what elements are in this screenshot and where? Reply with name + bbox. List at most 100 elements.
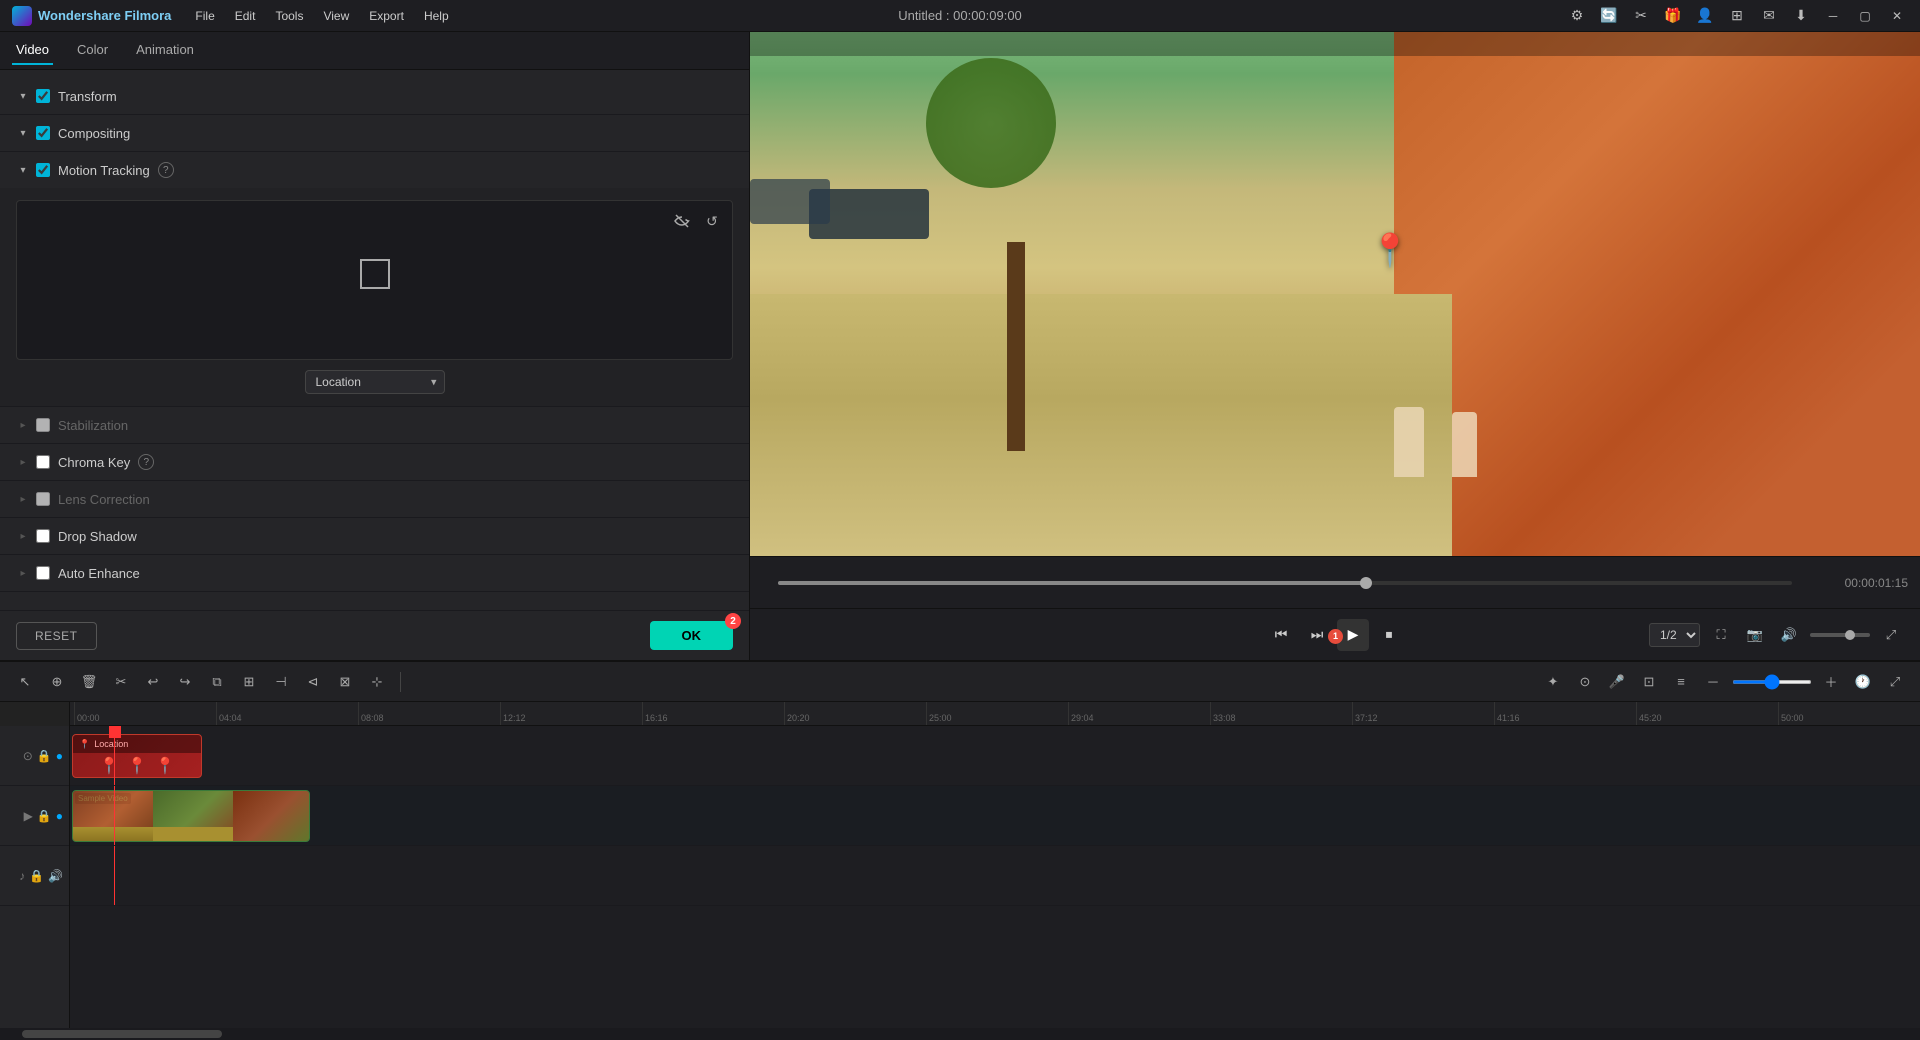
tab-animation[interactable]: Animation bbox=[132, 36, 198, 65]
tl-delete-icon[interactable]: 🗑 bbox=[76, 669, 102, 695]
sync-icon[interactable]: 🔄 bbox=[1598, 5, 1620, 27]
tl-scissors-icon[interactable]: ✂ bbox=[108, 669, 134, 695]
tl-split-icon[interactable]: ⊣ bbox=[268, 669, 294, 695]
menu-view[interactable]: View bbox=[315, 6, 357, 26]
window-icon[interactable]: ⊞ bbox=[1726, 5, 1748, 27]
tl-mic-icon[interactable]: 🎤 bbox=[1604, 669, 1630, 695]
zoom-timeline-slider[interactable] bbox=[1732, 680, 1812, 684]
location-clip[interactable]: 📍 Location 📍 📍 📍 bbox=[72, 734, 202, 778]
settings-icon[interactable]: ⚙ bbox=[1566, 5, 1588, 27]
tl-redo-icon[interactable]: ↪ bbox=[172, 669, 198, 695]
tl-clock-icon[interactable]: 🕐 bbox=[1850, 669, 1876, 695]
tl-magnet-icon[interactable]: ⊕ bbox=[44, 669, 70, 695]
transform-header[interactable]: ▾ Transform bbox=[0, 78, 749, 114]
ok-button[interactable]: OK bbox=[650, 621, 734, 650]
minimize-button[interactable]: ─ bbox=[1822, 5, 1844, 27]
panel-tabs: Video Color Animation bbox=[0, 32, 749, 70]
video-clip[interactable]: Sample Video bbox=[72, 790, 310, 842]
lens-correction-header[interactable]: ▸ Lens Correction bbox=[0, 481, 749, 517]
audio-music-icon[interactable]: ♪ bbox=[19, 869, 25, 883]
chroma-key-checkbox[interactable] bbox=[36, 455, 50, 469]
overlay-lock-icon[interactable]: 🔒 bbox=[37, 749, 52, 763]
tl-speed-icon[interactable]: ⊲ bbox=[300, 669, 326, 695]
compositing-checkbox[interactable] bbox=[36, 126, 50, 140]
audio-lock-icon[interactable]: 🔒 bbox=[29, 869, 44, 883]
track-row-video[interactable]: Sample Video bbox=[70, 786, 1920, 846]
tl-caption-icon[interactable]: ≡ bbox=[1668, 669, 1694, 695]
volume-icon[interactable]: 🔊 bbox=[1776, 622, 1802, 648]
chroma-key-header[interactable]: ▸ Chroma Key ? bbox=[0, 444, 749, 480]
snapshot-icon[interactable]: 📷 bbox=[1742, 622, 1768, 648]
tl-plus-icon[interactable]: ＋ bbox=[1818, 669, 1844, 695]
location-select[interactable]: Location Person Custom bbox=[305, 370, 445, 394]
timeline-ruler: 00:00 04:04 08:08 12:12 16:16 20:20 25:0… bbox=[70, 702, 1920, 726]
video-lock-icon[interactable]: 🔒 bbox=[37, 809, 52, 823]
skip-back-button[interactable]: ⏮ bbox=[1265, 619, 1297, 651]
lens-correction-label: Lens Correction bbox=[58, 492, 150, 507]
menu-tools[interactable]: Tools bbox=[267, 6, 311, 26]
drop-shadow-checkbox[interactable] bbox=[36, 529, 50, 543]
overlay-color-icon[interactable]: ● bbox=[56, 749, 63, 763]
tl-more-icon[interactable]: ⊞ bbox=[236, 669, 262, 695]
cut-icon[interactable]: ✂ bbox=[1630, 5, 1652, 27]
tl-ai-icon[interactable]: ⊹ bbox=[364, 669, 390, 695]
auto-enhance-checkbox[interactable] bbox=[36, 566, 50, 580]
volume-slider[interactable] bbox=[1810, 633, 1870, 637]
stop-button[interactable]: ⏹ bbox=[1373, 619, 1405, 651]
menu-edit[interactable]: Edit bbox=[227, 6, 264, 26]
tl-cursor-icon[interactable]: ↖ bbox=[12, 669, 38, 695]
tracking-hide-icon[interactable] bbox=[670, 209, 694, 233]
zoom-select[interactable]: 1/2 1/1 1/4 bbox=[1649, 623, 1700, 647]
menu-file[interactable]: File bbox=[187, 6, 222, 26]
chroma-key-info-icon[interactable]: ? bbox=[138, 454, 154, 470]
timeline-scrollbar[interactable] bbox=[0, 1028, 1920, 1040]
reset-button[interactable]: RESET bbox=[16, 622, 97, 650]
lens-correction-chevron: ▸ bbox=[16, 492, 30, 506]
compositing-header[interactable]: ▾ Compositing bbox=[0, 115, 749, 151]
tl-shield-icon[interactable]: ⊙ bbox=[1572, 669, 1598, 695]
pin-3: 📍 bbox=[155, 756, 175, 776]
tl-minus-icon[interactable]: － bbox=[1700, 669, 1726, 695]
lens-correction-checkbox[interactable] bbox=[36, 492, 50, 506]
tl-copy-icon[interactable]: ⧉ bbox=[204, 669, 230, 695]
auto-enhance-header[interactable]: ▸ Auto Enhance bbox=[0, 555, 749, 591]
motion-tracking-checkbox[interactable] bbox=[36, 163, 50, 177]
motion-tracking-header[interactable]: ▾ Motion Tracking ? bbox=[0, 152, 749, 188]
drop-shadow-header[interactable]: ▸ Drop Shadow bbox=[0, 518, 749, 554]
tl-auto-icon[interactable]: ✦ bbox=[1540, 669, 1566, 695]
ruler-mark-11: 45:20 bbox=[1636, 702, 1778, 725]
video-color-icon[interactable]: ● bbox=[56, 809, 63, 823]
tl-undo-icon[interactable]: ↩ bbox=[140, 669, 166, 695]
video-icon[interactable]: ▶ bbox=[24, 809, 33, 823]
overlay-icon-1[interactable]: ⊙ bbox=[23, 749, 33, 763]
ruler-mark-4: 16:16 bbox=[642, 702, 784, 725]
menu-export[interactable]: Export bbox=[361, 6, 412, 26]
user-icon[interactable]: 👤 bbox=[1694, 5, 1716, 27]
tl-fullscreen-icon[interactable]: ⤢ bbox=[1882, 669, 1908, 695]
tl-crop-icon[interactable]: ⊠ bbox=[332, 669, 358, 695]
menu-help[interactable]: Help bbox=[416, 6, 457, 26]
scrollbar-thumb[interactable] bbox=[22, 1030, 222, 1038]
motion-tracking-info-icon[interactable]: ? bbox=[158, 162, 174, 178]
maximize-button[interactable]: ▢ bbox=[1854, 5, 1876, 27]
tab-video[interactable]: Video bbox=[12, 36, 53, 65]
track-labels: ⊙ 🔒 ● ▶ 🔒 ● ♪ 🔒 🔊 bbox=[0, 702, 70, 1028]
transform-checkbox[interactable] bbox=[36, 89, 50, 103]
audio-volume-icon[interactable]: 🔊 bbox=[48, 869, 63, 883]
stabilization-checkbox[interactable] bbox=[36, 418, 50, 432]
close-button[interactable]: ✕ bbox=[1886, 5, 1908, 27]
gift-icon[interactable]: 🎁 bbox=[1662, 5, 1684, 27]
track-row-overlay[interactable]: 📍 Location 📍 📍 📍 bbox=[70, 726, 1920, 786]
tl-save-icon[interactable]: ⊡ bbox=[1636, 669, 1662, 695]
fullscreen-btn[interactable]: ⤢ bbox=[1878, 622, 1904, 648]
fullscreen-icon[interactable]: ⛶ bbox=[1708, 622, 1734, 648]
download-icon[interactable]: ⬇ bbox=[1790, 5, 1812, 27]
app-logo: Wondershare Filmora bbox=[12, 6, 171, 26]
tab-color[interactable]: Color bbox=[73, 36, 112, 65]
ruler-mark-1: 04:04 bbox=[216, 702, 358, 725]
preview-timeline-bar[interactable] bbox=[778, 581, 1792, 585]
tracking-reset-icon[interactable]: ↺ bbox=[700, 209, 724, 233]
track-row-audio[interactable] bbox=[70, 846, 1920, 906]
stabilization-header[interactable]: ▸ Stabilization bbox=[0, 407, 749, 443]
mail-icon[interactable]: ✉ bbox=[1758, 5, 1780, 27]
